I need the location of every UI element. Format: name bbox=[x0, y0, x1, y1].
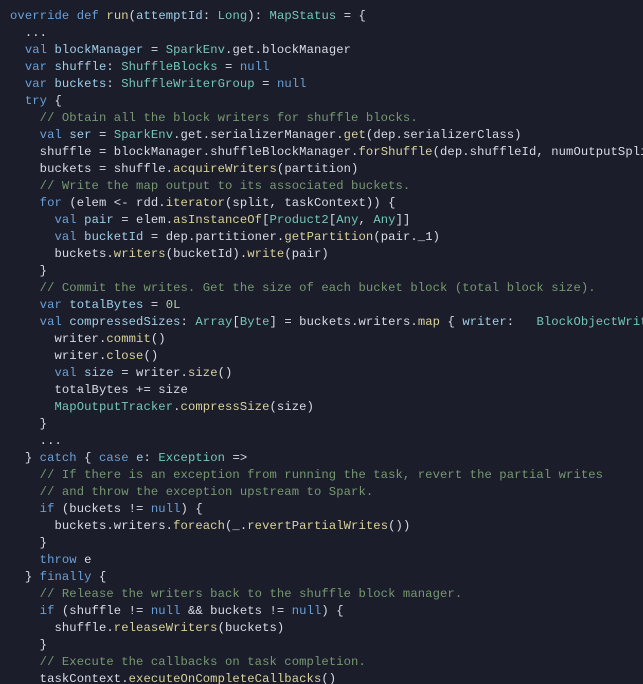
code-line: // Obtain all the block writers for shuf… bbox=[10, 111, 418, 125]
code-line: for (elem <- rdd.iterator(split, taskCon… bbox=[10, 196, 396, 210]
code-line: // Execute the callbacks on task complet… bbox=[10, 655, 366, 669]
code-line: if (buckets != null) { bbox=[10, 502, 203, 516]
code-line: // Release the writers back to the shuff… bbox=[10, 587, 462, 601]
code-line: taskContext.executeOnCompleteCallbacks() bbox=[10, 672, 336, 684]
code-line: buckets = shuffle.acquireWriters(partiti… bbox=[10, 162, 358, 176]
code-line: var buckets: ShuffleWriterGroup = null bbox=[10, 77, 307, 91]
code-line: if (shuffle != null && buckets != null) … bbox=[10, 604, 344, 618]
code-line: } bbox=[10, 264, 47, 278]
code-line: try { bbox=[10, 94, 62, 108]
code-line: val blockManager = SparkEnv.get.blockMan… bbox=[10, 43, 351, 57]
code-line: override def run(attemptId: Long): MapSt… bbox=[10, 9, 366, 23]
code-line: val pair = elem.asInstanceOf[Product2[An… bbox=[10, 213, 410, 227]
code-line: totalBytes += size bbox=[10, 383, 188, 397]
code-line: val compressedSizes: Array[Byte] = bucke… bbox=[10, 315, 643, 329]
code-line: shuffle.releaseWriters(buckets) bbox=[10, 621, 284, 635]
code-line: } bbox=[10, 417, 47, 431]
code-line: buckets.writers.foreach(_.revertPartialW… bbox=[10, 519, 410, 533]
code-line: } finally { bbox=[10, 570, 106, 584]
code-line: shuffle = blockManager.shuffleBlockManag… bbox=[10, 145, 643, 159]
code-line: // Write the map output to its associate… bbox=[10, 179, 410, 193]
code-line: var totalBytes = 0L bbox=[10, 298, 181, 312]
code-line: // and throw the exception upstream to S… bbox=[10, 485, 373, 499]
code-block: override def run(attemptId: Long): MapSt… bbox=[0, 0, 643, 684]
code-line: MapOutputTracker.compressSize(size) bbox=[10, 400, 314, 414]
code-line: } bbox=[10, 638, 47, 652]
code-content: override def run(attemptId: Long): MapSt… bbox=[10, 9, 643, 684]
code-line: // If there is an exception from running… bbox=[10, 468, 603, 482]
code-line: var shuffle: ShuffleBlocks = null bbox=[10, 60, 270, 74]
code-line: writer.close() bbox=[10, 349, 158, 363]
code-line: } bbox=[10, 536, 47, 550]
code-line: writer.commit() bbox=[10, 332, 166, 346]
code-line: // Commit the writes. Get the size of ea… bbox=[10, 281, 596, 295]
code-line: ... bbox=[10, 26, 47, 40]
code-line: throw e bbox=[10, 553, 92, 567]
code-line: ... bbox=[10, 434, 62, 448]
code-line: } catch { case e: Exception => bbox=[10, 451, 247, 465]
code-line: val ser = SparkEnv.get.serializerManager… bbox=[10, 128, 522, 142]
code-line: val size = writer.size() bbox=[10, 366, 232, 380]
code-line: buckets.writers(bucketId).write(pair) bbox=[10, 247, 329, 261]
code-line: val bucketId = dep.partitioner.getPartit… bbox=[10, 230, 440, 244]
